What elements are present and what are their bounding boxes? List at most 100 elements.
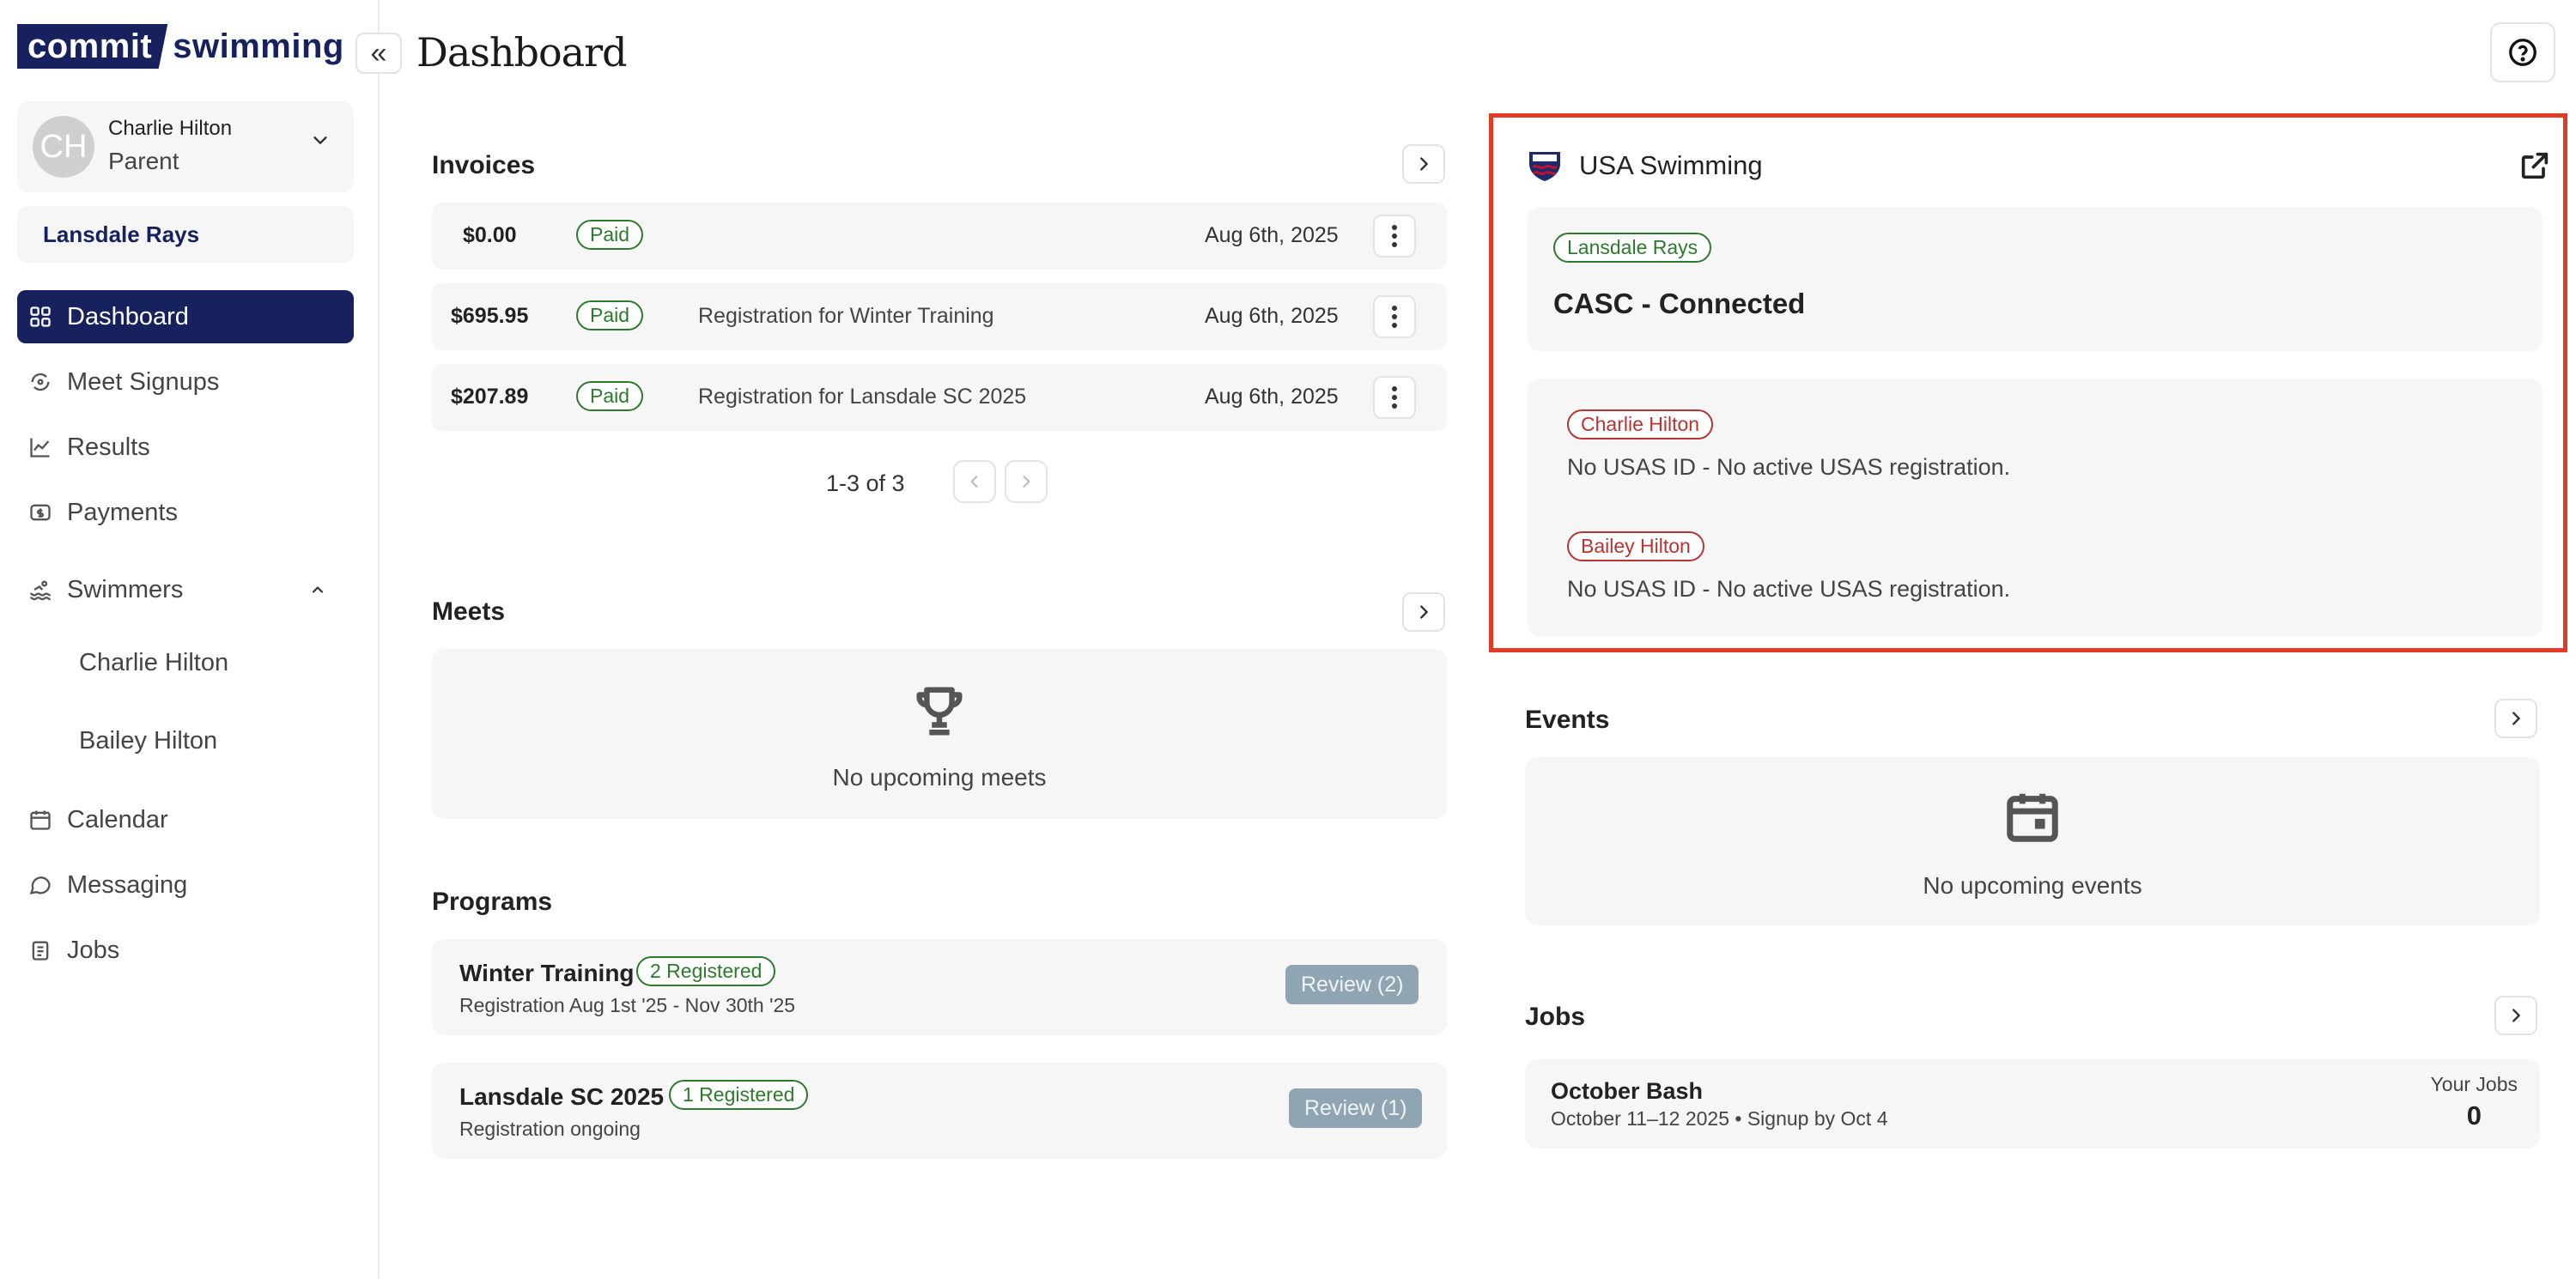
invoices-title: Invoices — [432, 151, 536, 179]
chevron-right-icon — [1420, 157, 1428, 171]
club-connection-box: Lansdale Rays CASC - Connected — [1528, 207, 2543, 351]
calendar-icon — [27, 807, 53, 833]
chevron-right-icon — [2512, 712, 2520, 725]
sidebar-item-swimmer-bailey[interactable]: Bailey Hilton — [79, 727, 217, 755]
help-button[interactable] — [2490, 22, 2555, 82]
usa-swimming-title: USA Swimming — [1579, 150, 1763, 180]
sidebar-item-calendar[interactable]: Calendar — [17, 793, 354, 846]
sidebar-item-results[interactable]: Results — [17, 421, 354, 474]
sidebar-item-label: Payments — [67, 498, 178, 526]
kebab-icon — [1392, 306, 1397, 328]
status-badge: Paid — [576, 220, 644, 250]
sidebar-item-meet-signups[interactable]: Meet Signups — [17, 355, 354, 409]
dollar-icon — [27, 500, 53, 525]
status-badge: Paid — [576, 300, 644, 330]
swimmer-badge: Bailey Hilton — [1567, 531, 1704, 561]
chevron-right-icon — [1023, 476, 1030, 488]
sidebar-item-dashboard[interactable]: Dashboard — [17, 290, 354, 343]
kebab-icon — [1392, 386, 1397, 409]
sidebar-item-payments[interactable]: Payments — [17, 486, 354, 539]
user-name: Charlie Hilton — [108, 117, 233, 140]
kebab-icon — [1392, 225, 1397, 247]
chevron-up-icon — [312, 586, 324, 593]
usas-status-text: No USAS ID - No active USAS registration… — [1567, 576, 2011, 602]
user-role: Parent — [108, 148, 179, 174]
chat-icon — [27, 872, 53, 898]
sidebar-item-messaging[interactable]: Messaging — [17, 858, 354, 912]
invoice-date: Aug 6th, 2025 — [1205, 385, 1339, 409]
team-selector[interactable]: Lansdale Rays — [17, 206, 354, 263]
empty-message: No upcoming meets — [832, 764, 1047, 791]
chevron-down-icon — [313, 136, 327, 144]
invoice-menu-button[interactable] — [1373, 295, 1416, 338]
your-jobs-label: Your Jobs — [2430, 1073, 2518, 1095]
program-dates: Registration Aug 1st '25 - Nov 30th '25 — [459, 994, 796, 1016]
program-dates: Registration ongoing — [459, 1118, 641, 1140]
swimmer-registration-box: Charlie Hilton No USAS ID - No active US… — [1528, 379, 2543, 636]
logo-commit: commit — [17, 24, 168, 69]
invoice-description: Registration for Winter Training — [698, 304, 994, 328]
registered-badge: 1 Registered — [669, 1080, 809, 1110]
sidebar-item-label: Results — [67, 433, 150, 461]
user-menu[interactable]: CH Charlie Hilton Parent — [17, 101, 354, 192]
usa-swimming-card: USA Swimming Lansdale Rays CASC - Connec… — [1489, 113, 2567, 652]
external-link-button[interactable] — [2518, 149, 2557, 188]
job-name: October Bash — [1551, 1078, 1704, 1104]
sidebar-item-label: Dashboard — [67, 302, 189, 330]
page-title: Dashboard — [416, 29, 628, 76]
sidebar: commit swimming CH Charlie Hilton Parent… — [0, 0, 380, 1279]
calendar-icon — [2007, 793, 2058, 842]
invoice-description: Registration for Lansdale SC 2025 — [698, 385, 1027, 409]
invoice-menu-button[interactable] — [1373, 215, 1416, 258]
programs-title: Programs — [432, 888, 553, 916]
sidebar-item-jobs[interactable]: Jobs — [17, 924, 354, 977]
meets-view-all-button[interactable] — [1402, 592, 1445, 632]
next-page-button[interactable] — [1005, 460, 1048, 503]
events-empty-state: No upcoming events — [1525, 757, 2540, 925]
help-icon — [2509, 39, 2537, 66]
your-jobs-count: 0 — [2466, 1100, 2482, 1130]
table-row: $0.00 Paid Aug 6th, 2025 — [432, 203, 1447, 270]
invoice-amount: $207.89 — [451, 385, 529, 409]
chevron-left-icon — [970, 476, 978, 488]
logo-swimming: swimming — [173, 27, 344, 65]
sidebar-item-swimmer-charlie[interactable]: Charlie Hilton — [79, 649, 228, 677]
invoice-menu-button[interactable] — [1373, 376, 1416, 419]
collapse-sidebar-button[interactable]: « — [355, 33, 402, 74]
program-name: Winter Training — [459, 960, 635, 986]
jobs-view-all-button[interactable] — [2494, 996, 2537, 1035]
table-row: $207.89 Paid Registration for Lansdale S… — [432, 364, 1447, 431]
swim-signup-icon — [27, 369, 53, 395]
list-item: Lansdale SC 2025 1 Registered Registrati… — [432, 1063, 1447, 1159]
grid-icon — [27, 304, 53, 330]
invoice-amount: $0.00 — [463, 223, 517, 247]
meets-title: Meets — [432, 597, 506, 626]
double-chevron-left-icon: « — [370, 36, 387, 70]
connection-status: CASC - Connected — [1553, 288, 1806, 319]
jobs-title: Jobs — [1525, 1003, 1586, 1031]
avatar: CH — [33, 116, 94, 178]
commit-swimming-logo[interactable]: commit swimming — [17, 24, 344, 69]
program-name: Lansdale SC 2025 — [459, 1083, 665, 1110]
sidebar-item-label: Calendar — [67, 805, 168, 833]
team-badge: Lansdale Rays — [1553, 233, 1712, 263]
registered-badge: 2 Registered — [636, 956, 776, 986]
sidebar-item-swimmers[interactable]: Swimmers — [17, 563, 354, 616]
status-badge: Paid — [576, 381, 644, 411]
chevron-right-icon — [1420, 605, 1428, 619]
sidebar-item-label: Messaging — [67, 870, 188, 899]
events-view-all-button[interactable] — [2494, 699, 2537, 738]
external-link-icon — [2521, 152, 2549, 179]
invoices-view-all-button[interactable] — [1402, 144, 1445, 184]
usas-status-text: No USAS ID - No active USAS registration… — [1567, 454, 2011, 480]
usa-swimming-logo-icon — [1529, 152, 1560, 181]
trophy-icon — [916, 687, 963, 736]
sidebar-item-label: Swimmers — [67, 575, 184, 603]
clipboard-icon — [27, 937, 53, 963]
review-button[interactable]: Review (2) — [1285, 965, 1419, 1004]
review-button[interactable]: Review (1) — [1289, 1088, 1423, 1128]
prev-page-button[interactable] — [953, 460, 996, 503]
list-item[interactable]: October Bash October 11–12 2025 • Signup… — [1525, 1059, 2540, 1149]
events-title: Events — [1525, 706, 1610, 734]
swimmer-badge: Charlie Hilton — [1567, 409, 1714, 439]
